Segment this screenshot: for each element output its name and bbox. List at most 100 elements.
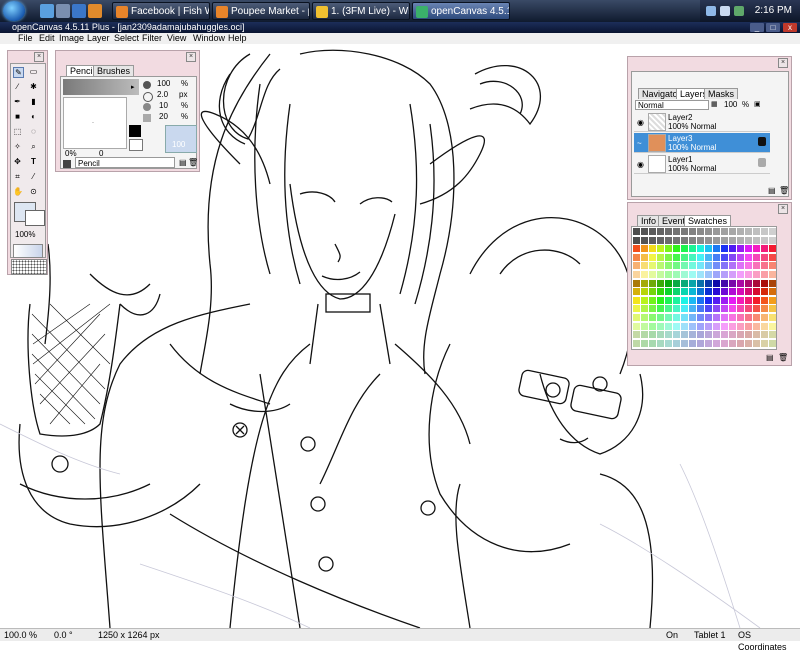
color-swatch[interactable] [657, 279, 664, 287]
text-tool-icon[interactable]: T [29, 157, 38, 166]
menu-edit[interactable]: Edit [39, 33, 55, 44]
secondary-color-swatch[interactable] [25, 210, 45, 226]
blend-mode-select[interactable]: Normal [635, 100, 709, 110]
taskbar-button-media-player[interactable]: 1. (3FM Live) - Win... [312, 2, 410, 20]
menu-view[interactable]: View [167, 33, 186, 44]
color-swatch[interactable] [753, 228, 760, 235]
tab-masks[interactable]: Masks [704, 88, 739, 99]
color-swatch[interactable] [745, 262, 752, 270]
color-swatch[interactable] [633, 314, 640, 321]
color-swatch[interactable] [689, 279, 696, 287]
color-swatch[interactable] [713, 288, 720, 296]
color-swatch[interactable] [641, 253, 648, 261]
ie-icon[interactable] [72, 4, 86, 18]
color-swatch[interactable] [657, 262, 664, 270]
trash-icon[interactable]: 🗑 [188, 158, 198, 167]
marker-tool-icon[interactable]: ▮ [29, 97, 38, 106]
color-swatch[interactable] [705, 322, 712, 330]
color-swatch[interactable] [673, 236, 680, 244]
color-swatch[interactable] [689, 288, 696, 296]
color-swatch[interactable] [697, 296, 704, 304]
color-swatch[interactable] [649, 314, 656, 321]
color-swatch[interactable] [665, 296, 672, 304]
color-swatch[interactable] [673, 305, 680, 313]
color-swatch[interactable] [713, 339, 720, 347]
color-swatch[interactable] [753, 339, 760, 347]
color-swatch[interactable] [689, 271, 696, 278]
color-swatch[interactable] [745, 288, 752, 296]
toolbox-close-button[interactable]: × [34, 52, 44, 62]
eye-icon[interactable]: ◉ [637, 118, 644, 127]
menu-file[interactable]: File [18, 33, 33, 44]
color-swatch[interactable] [689, 228, 696, 235]
color-swatch[interactable] [697, 271, 704, 278]
color-swatch[interactable] [745, 228, 752, 235]
color-swatch[interactable] [673, 245, 680, 253]
color-swatch[interactable] [721, 262, 728, 270]
brush-active-icon[interactable]: ~ [637, 139, 642, 148]
color-swatch[interactable] [721, 228, 728, 235]
color-swatch[interactable] [681, 314, 688, 321]
taskbar-button-poupee[interactable]: Poupee Market - po... [212, 2, 310, 20]
color-swatch[interactable] [633, 305, 640, 313]
color-swatch[interactable] [769, 236, 776, 244]
color-swatch[interactable] [633, 331, 640, 339]
delete-layer-icon[interactable]: 🗑 [779, 186, 789, 195]
color-swatch[interactable] [681, 305, 688, 313]
color-swatch[interactable] [737, 245, 744, 253]
color-swatch[interactable] [697, 236, 704, 244]
color-swatch[interactable] [753, 245, 760, 253]
color-swatch[interactable] [673, 322, 680, 330]
color-swatch[interactable] [705, 339, 712, 347]
menu-layer[interactable]: Layer [87, 33, 110, 44]
color-swatch[interactable] [649, 262, 656, 270]
color-swatch[interactable] [705, 279, 712, 287]
color-swatch[interactable] [665, 339, 672, 347]
color-swatch[interactable] [745, 271, 752, 278]
color-swatch[interactable] [729, 228, 736, 235]
color-swatch[interactable] [737, 339, 744, 347]
new-layer-icon[interactable]: ▤ [768, 186, 776, 195]
color-swatch[interactable] [705, 245, 712, 253]
rotation-value[interactable]: 0.0 ° [54, 629, 73, 641]
color-preview-bar[interactable] [13, 244, 43, 258]
color-swatch[interactable] [721, 271, 728, 278]
color-swatch[interactable] [737, 228, 744, 235]
color-swatch[interactable] [649, 331, 656, 339]
color-swatch[interactable] [665, 322, 672, 330]
color-swatch[interactable] [729, 236, 736, 244]
minimize-button[interactable]: _ [750, 23, 764, 32]
color-swatch[interactable] [745, 236, 752, 244]
color-swatch[interactable] [769, 339, 776, 347]
color-swatch[interactable] [681, 228, 688, 235]
color-swatch[interactable] [721, 296, 728, 304]
color-swatch[interactable] [753, 288, 760, 296]
gradient-tool-icon[interactable]: ◐ [29, 112, 38, 121]
move-tool-icon[interactable]: ✥ [13, 157, 22, 166]
color-swatch[interactable] [641, 322, 648, 330]
color-swatch[interactable] [673, 271, 680, 278]
new-swatch-icon[interactable]: ▤ [766, 353, 774, 362]
color-swatch[interactable] [689, 331, 696, 339]
color-swatch[interactable] [721, 339, 728, 347]
color-swatch[interactable] [761, 314, 768, 321]
color-swatch[interactable] [745, 245, 752, 253]
color-swatch[interactable] [641, 271, 648, 278]
color-swatch[interactable] [769, 331, 776, 339]
color-swatch[interactable] [697, 322, 704, 330]
color-swatch[interactable] [657, 288, 664, 296]
color-swatch[interactable] [649, 322, 656, 330]
color-swatch[interactable] [665, 288, 672, 296]
color-swatch[interactable] [681, 339, 688, 347]
color-swatch[interactable] [761, 236, 768, 244]
color-swatch[interactable] [769, 245, 776, 253]
delete-swatch-icon[interactable]: 🗑 [778, 353, 788, 362]
color-swatch[interactable] [649, 236, 656, 244]
color-swatch[interactable] [665, 228, 672, 235]
zoom-level[interactable]: 100.0 % [4, 629, 37, 641]
tray-app-icon[interactable] [734, 6, 744, 16]
pressure-box[interactable]: 100 [165, 125, 197, 153]
layer-opacity-value[interactable]: 100 [724, 100, 737, 109]
color-swatch[interactable] [705, 305, 712, 313]
brush-color-black[interactable] [129, 125, 141, 137]
